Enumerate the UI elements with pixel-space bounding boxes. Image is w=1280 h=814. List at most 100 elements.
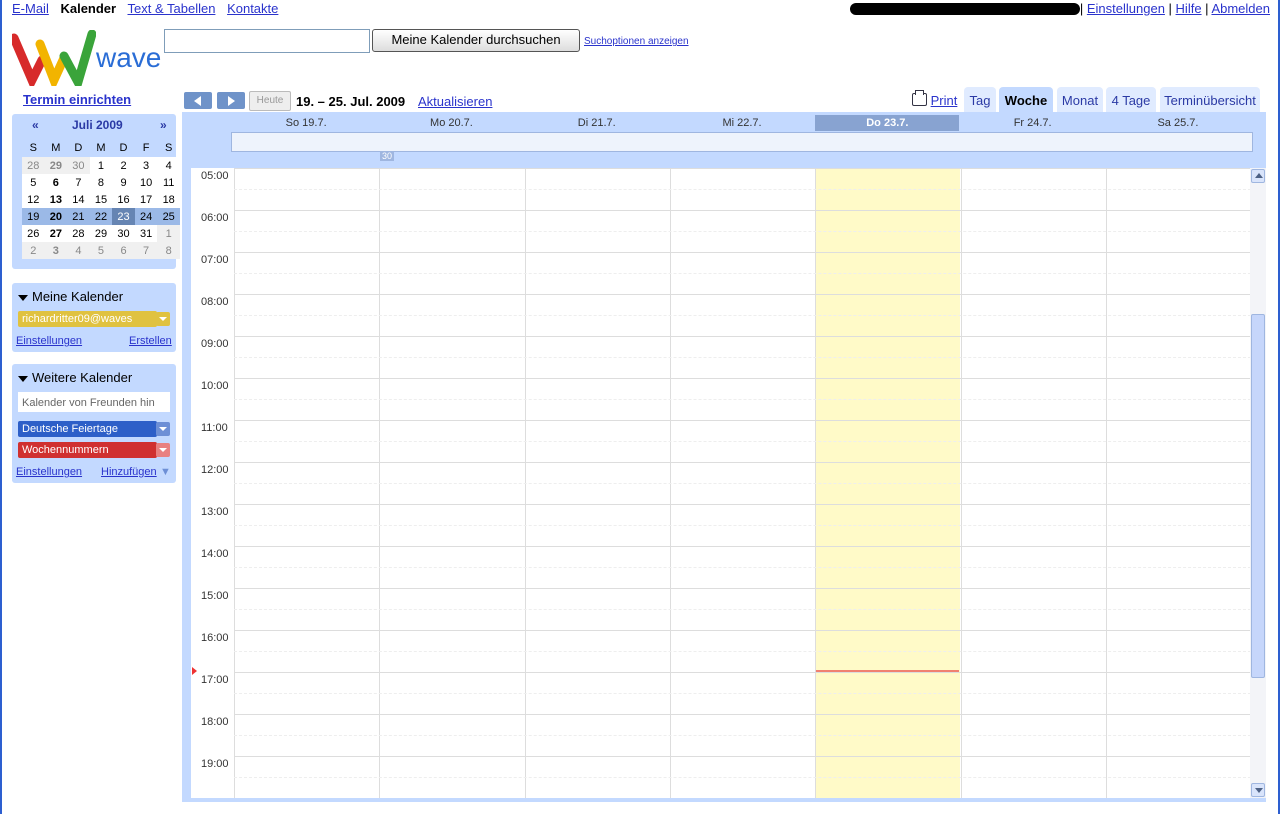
tab-month[interactable]: Monat	[1057, 87, 1103, 113]
calendar-chip-weeknumbers[interactable]: Wochennummern	[18, 442, 157, 458]
day-header[interactable]: Di 21.7.	[525, 115, 669, 131]
mini-calendar-day[interactable]: 28	[22, 157, 45, 174]
mini-calendar-day[interactable]: 1	[89, 157, 113, 174]
collapse-icon	[18, 375, 28, 382]
tab-4days[interactable]: 4 Tage	[1106, 87, 1156, 113]
mini-calendar-day[interactable]: 4	[157, 157, 180, 174]
mini-calendar-day[interactable]: 5	[89, 242, 113, 259]
mini-calendar-day[interactable]: 26	[22, 225, 45, 242]
mini-calendar-day[interactable]: 11	[157, 174, 180, 191]
calendar-menu-icon[interactable]	[156, 443, 170, 457]
hour-line	[234, 210, 1251, 211]
scrollbar[interactable]	[1250, 168, 1266, 798]
top-nav: E-Mail Kalender Text & Tabellen Kontakte	[12, 1, 286, 16]
hour-line	[234, 546, 1251, 547]
mini-calendar-day[interactable]: 3	[44, 242, 68, 259]
redacted-email	[850, 3, 1080, 15]
mini-calendar-day[interactable]: 15	[89, 191, 113, 208]
time-grid[interactable]: 05:00 06:00 07:00 08:00 09:00 10:00 11:00 12:00…	[191, 168, 1251, 798]
mini-calendar-day[interactable]: 18	[157, 191, 180, 208]
mini-calendar-day[interactable]: 10	[134, 174, 158, 191]
mini-calendar-day[interactable]: 8	[157, 242, 180, 259]
mini-calendar-day[interactable]: 1	[157, 225, 180, 242]
mini-calendar-day[interactable]: 2	[112, 157, 135, 174]
other-calendars-settings-link[interactable]: Einstellungen	[16, 466, 82, 478]
today-button[interactable]: Heute	[249, 91, 291, 111]
calendar-menu-icon[interactable]	[156, 422, 170, 436]
mini-calendar-day[interactable]: 17	[134, 191, 158, 208]
mini-calendar-day[interactable]: 14	[67, 191, 90, 208]
nav-docs[interactable]: Text & Tabellen	[128, 1, 216, 16]
mini-calendar-day[interactable]: 9	[112, 174, 135, 191]
nav-mail[interactable]: E-Mail	[12, 1, 49, 16]
day-header[interactable]: Mi 22.7.	[670, 115, 814, 131]
scroll-down-icon[interactable]	[1251, 783, 1265, 797]
mini-calendar-day[interactable]: 30	[67, 157, 90, 174]
mini-calendar-day[interactable]: 28	[67, 225, 90, 242]
mini-calendar-day[interactable]: 23	[112, 208, 135, 225]
tab-week[interactable]: Woche	[999, 87, 1053, 113]
mini-calendar-day[interactable]: 7	[67, 174, 90, 191]
add-dropdown-icon[interactable]: ▼	[160, 466, 171, 478]
create-event-link[interactable]: Termin einrichten	[23, 92, 131, 107]
mini-calendar-day[interactable]: 16	[112, 191, 135, 208]
search-button[interactable]: Meine Kalender durchsuchen	[372, 29, 580, 52]
mini-calendar-day[interactable]: 6	[44, 174, 68, 191]
hour-label: 10:00	[201, 380, 229, 392]
next-week-button[interactable]	[217, 92, 245, 109]
my-calendars-settings-link[interactable]: Einstellungen	[16, 335, 82, 347]
hour-label: 19:00	[201, 758, 229, 770]
calendar-chip-holidays[interactable]: Deutsche Feiertage	[18, 421, 157, 437]
calendar-menu-icon[interactable]	[156, 312, 170, 326]
other-calendars-title[interactable]: Weitere Kalender	[18, 370, 132, 385]
mini-calendar-day[interactable]: 5	[22, 174, 45, 191]
mini-calendar-day[interactable]: 4	[67, 242, 90, 259]
mini-calendar-day[interactable]: 31	[134, 225, 158, 242]
refresh-link[interactable]: Aktualisieren	[418, 94, 492, 109]
mini-calendar-day[interactable]: 3	[134, 157, 158, 174]
tab-agenda[interactable]: Terminübersicht	[1160, 87, 1260, 113]
mini-calendar-day[interactable]: 13	[44, 191, 68, 208]
next-month-button[interactable]: »	[160, 118, 167, 132]
add-calendar-link[interactable]: Hinzufügen	[101, 466, 157, 478]
logout-link[interactable]: Abmelden	[1211, 1, 1270, 16]
prev-week-button[interactable]	[184, 92, 212, 109]
settings-link[interactable]: Einstellungen	[1087, 1, 1165, 16]
wave-logo[interactable]: wave	[9, 29, 162, 94]
scroll-up-icon[interactable]	[1251, 169, 1265, 183]
mini-calendar-day[interactable]: 19	[22, 208, 45, 225]
day-header[interactable]: Sa 25.7.	[1106, 115, 1250, 131]
day-header[interactable]: So 19.7.	[234, 115, 378, 131]
mini-calendar-day[interactable]: 22	[89, 208, 113, 225]
mini-calendar-day[interactable]: 29	[44, 157, 68, 174]
mini-calendar-day[interactable]: 6	[112, 242, 135, 259]
tab-day[interactable]: Tag	[964, 87, 996, 113]
mini-calendar-day[interactable]: 12	[22, 191, 45, 208]
mini-calendar-day[interactable]: 30	[112, 225, 135, 242]
search-input[interactable]	[164, 29, 370, 53]
mini-calendar-day[interactable]: 7	[134, 242, 158, 259]
all-day-row[interactable]	[231, 132, 1253, 152]
hour-line	[234, 504, 1251, 505]
search-options-link[interactable]: Suchoptionen anzeigen	[584, 36, 689, 47]
mini-calendar-day[interactable]: 2	[22, 242, 45, 259]
mini-calendar-day[interactable]: 24	[134, 208, 158, 225]
mini-calendar-day[interactable]: 8	[89, 174, 113, 191]
mini-calendar-day[interactable]: 27	[44, 225, 68, 242]
mini-calendar-day[interactable]: 25	[157, 208, 180, 225]
mini-calendar-day[interactable]: 29	[89, 225, 113, 242]
create-calendar-link[interactable]: Erstellen	[129, 335, 172, 347]
day-header[interactable]: Fr 24.7.	[961, 115, 1105, 131]
day-header[interactable]: Do 23.7.	[815, 115, 960, 131]
mini-calendar-day[interactable]: 20	[44, 208, 68, 225]
help-link[interactable]: Hilfe	[1176, 1, 1202, 16]
prev-month-button[interactable]: «	[32, 118, 39, 132]
scroll-thumb[interactable]	[1251, 314, 1265, 678]
nav-contacts[interactable]: Kontakte	[227, 1, 278, 16]
print-link[interactable]: Print	[912, 90, 957, 108]
day-header[interactable]: Mo 20.7.	[379, 115, 523, 131]
calendar-chip-own[interactable]: richardritter09@waves	[18, 311, 157, 327]
add-friend-calendar-input[interactable]: Kalender von Freunden hin	[18, 392, 170, 412]
mini-calendar-day[interactable]: 21	[67, 208, 90, 225]
my-calendars-title[interactable]: Meine Kalender	[18, 289, 123, 304]
